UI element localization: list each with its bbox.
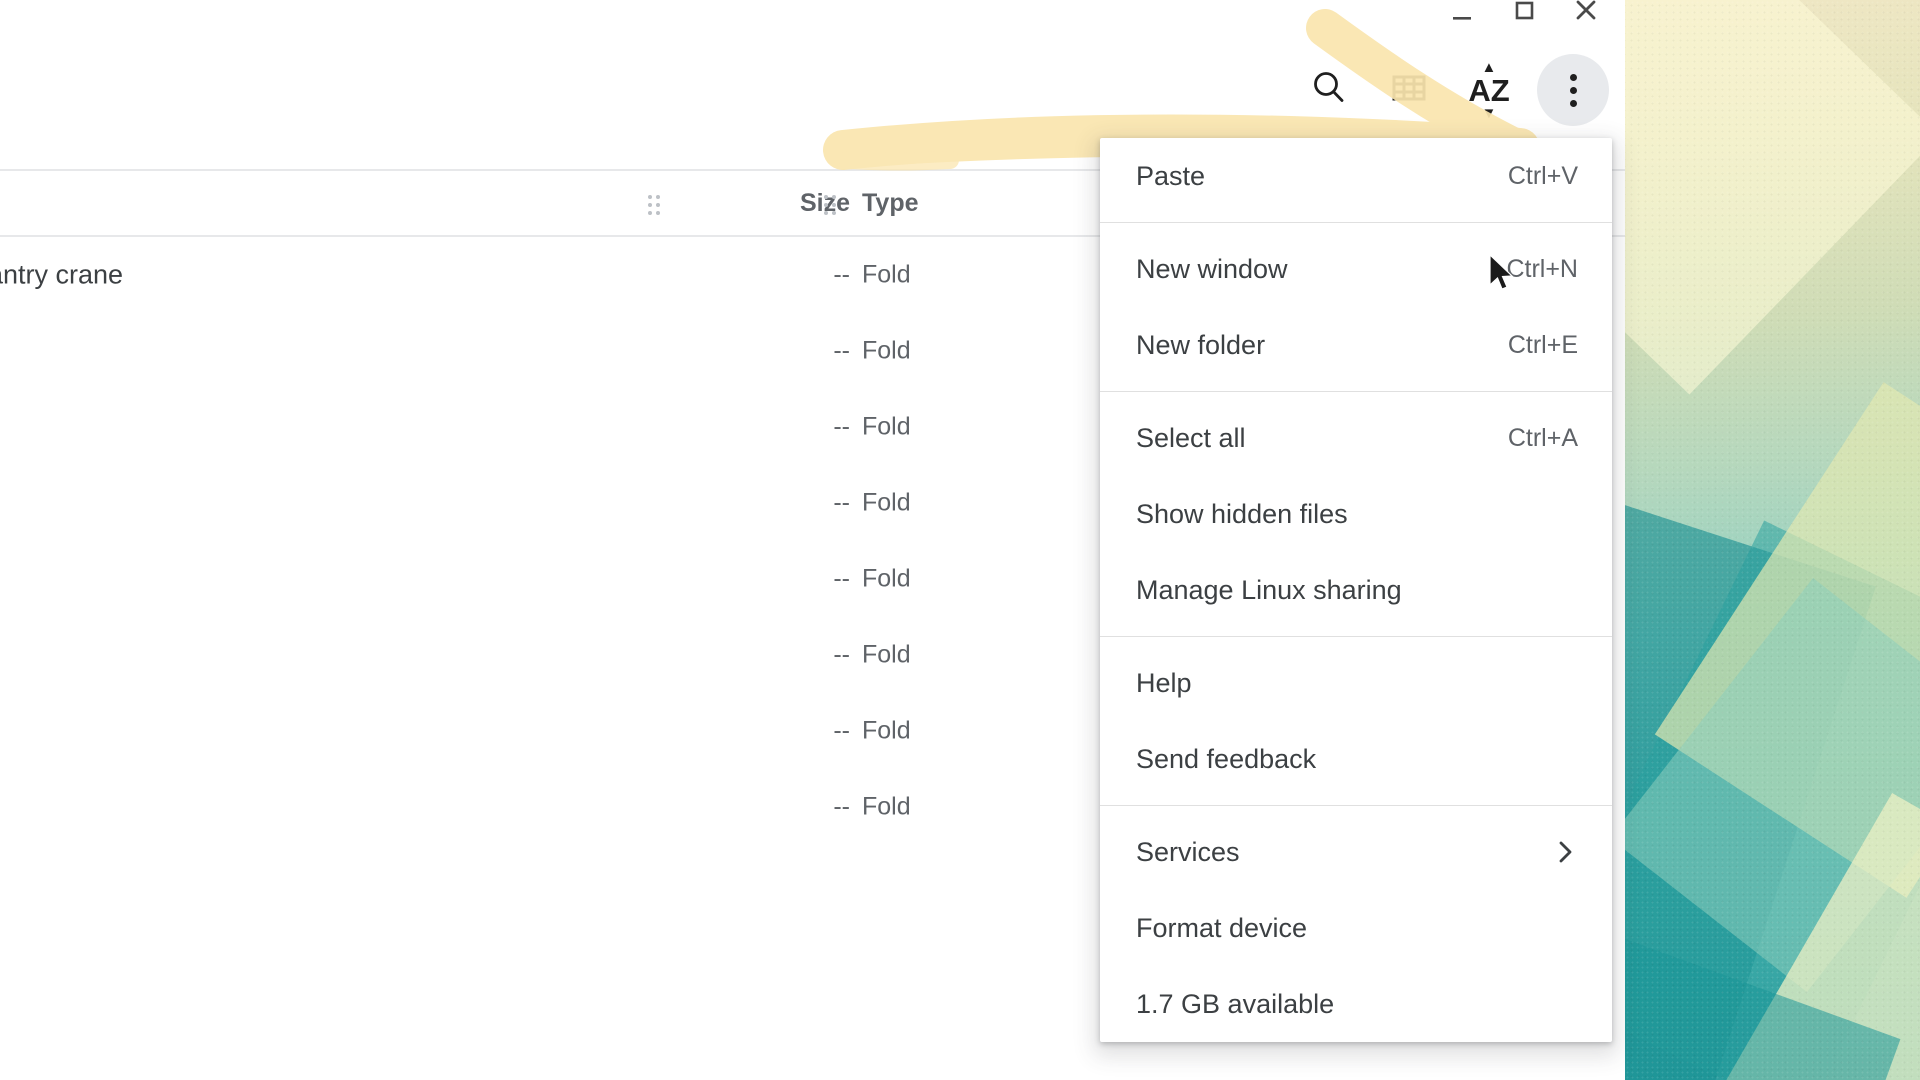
menu-item-label: Paste	[1136, 160, 1206, 191]
column-resize-grip[interactable]	[648, 195, 660, 215]
file-size: --	[833, 260, 850, 289]
file-size: --	[833, 564, 850, 593]
menu-item-label: 1.7 GB available	[1136, 988, 1335, 1019]
file-type: Fold	[862, 564, 911, 593]
menu-item-label: Format device	[1136, 912, 1308, 943]
sort-button[interactable]: ▲ AZ ▼	[1449, 50, 1529, 130]
file-type: Fold	[862, 260, 911, 289]
sort-button-label: AZ	[1468, 72, 1510, 108]
menu-separator	[1100, 805, 1612, 806]
column-header-size[interactable]: Size	[760, 189, 850, 218]
search-icon	[1308, 67, 1350, 114]
menu-item-paste[interactable]: Paste Ctrl+V	[1100, 138, 1612, 214]
wallpaper-texture	[1625, 0, 1920, 1080]
menu-item-show-hidden-files[interactable]: Show hidden files	[1100, 476, 1612, 552]
maximize-button[interactable]	[1493, 0, 1555, 34]
more-options-button[interactable]	[1537, 54, 1609, 126]
file-type: Fold	[862, 488, 911, 517]
grid-view-icon	[1389, 68, 1429, 113]
menu-item-storage-available: 1.7 GB available	[1100, 966, 1612, 1042]
menu-item-new-window[interactable]: New window Ctrl+N	[1100, 231, 1612, 307]
menu-separator	[1100, 636, 1612, 637]
menu-item-label: Services	[1136, 836, 1240, 867]
minimize-button[interactable]	[1431, 0, 1493, 34]
menu-item-new-folder[interactable]: New folder Ctrl+E	[1100, 307, 1612, 383]
sort-caret-down-icon: ▼	[1481, 104, 1497, 122]
menu-item-select-all[interactable]: Select all Ctrl+A	[1100, 400, 1612, 476]
menu-item-services[interactable]: Services	[1100, 814, 1612, 890]
file-size: --	[833, 640, 850, 669]
menu-item-label: New folder	[1136, 329, 1266, 360]
menu-separator	[1100, 222, 1612, 223]
menu-item-format-device[interactable]: Format device	[1100, 890, 1612, 966]
file-type: Fold	[862, 412, 911, 441]
file-type: Fold	[862, 792, 911, 821]
desktop-wallpaper	[1625, 0, 1920, 1080]
sort-az-icon: ▲ AZ ▼	[1468, 60, 1510, 121]
mouse-cursor	[1488, 253, 1518, 296]
file-name: N Gantry crane	[0, 259, 124, 290]
menu-item-label: New window	[1136, 253, 1288, 284]
file-size: --	[833, 488, 850, 517]
file-size: --	[833, 412, 850, 441]
three-dot-menu-icon	[1569, 73, 1577, 107]
menu-item-shortcut: Ctrl+A	[1507, 423, 1578, 452]
menu-item-help[interactable]: Help	[1100, 645, 1612, 721]
menu-item-label: Help	[1136, 667, 1192, 698]
chevron-right-icon	[1552, 839, 1578, 865]
file-type: Fold	[862, 640, 911, 669]
menu-item-shortcut: Ctrl+E	[1507, 330, 1578, 359]
minimize-icon	[1449, 0, 1475, 23]
screen: ▲ AZ ▼ Size Type N	[0, 0, 1920, 1080]
file-size: --	[833, 792, 850, 821]
window-controls	[1431, 0, 1617, 34]
close-icon	[1572, 0, 1600, 24]
menu-separator	[1100, 391, 1612, 392]
view-toggle-button[interactable]	[1369, 50, 1449, 130]
column-resize-grip[interactable]	[824, 195, 836, 215]
window-titlebar	[0, 0, 1625, 42]
more-options-context-menu: Paste Ctrl+V New window Ctrl+N New folder Ctr…	[1100, 138, 1612, 1042]
menu-item-label: Send feedback	[1136, 743, 1317, 774]
sort-caret-up-icon: ▲	[1481, 58, 1497, 76]
close-button[interactable]	[1555, 0, 1617, 34]
maximize-icon	[1511, 0, 1537, 23]
file-size: --	[833, 716, 850, 745]
toolbar-actions: ▲ AZ ▼	[1289, 50, 1609, 130]
file-type: Fold	[862, 336, 911, 365]
column-header-type[interactable]: Type	[862, 189, 919, 218]
menu-item-send-feedback[interactable]: Send feedback	[1100, 721, 1612, 797]
menu-item-label: Select all	[1136, 422, 1246, 453]
menu-item-shortcut: Ctrl+V	[1507, 161, 1578, 190]
file-size: --	[833, 336, 850, 365]
menu-item-label: Show hidden files	[1136, 498, 1348, 529]
search-button[interactable]	[1289, 50, 1369, 130]
menu-item-manage-linux-sharing[interactable]: Manage Linux sharing	[1100, 552, 1612, 628]
file-type: Fold	[862, 716, 911, 745]
menu-item-label: Manage Linux sharing	[1136, 574, 1402, 605]
